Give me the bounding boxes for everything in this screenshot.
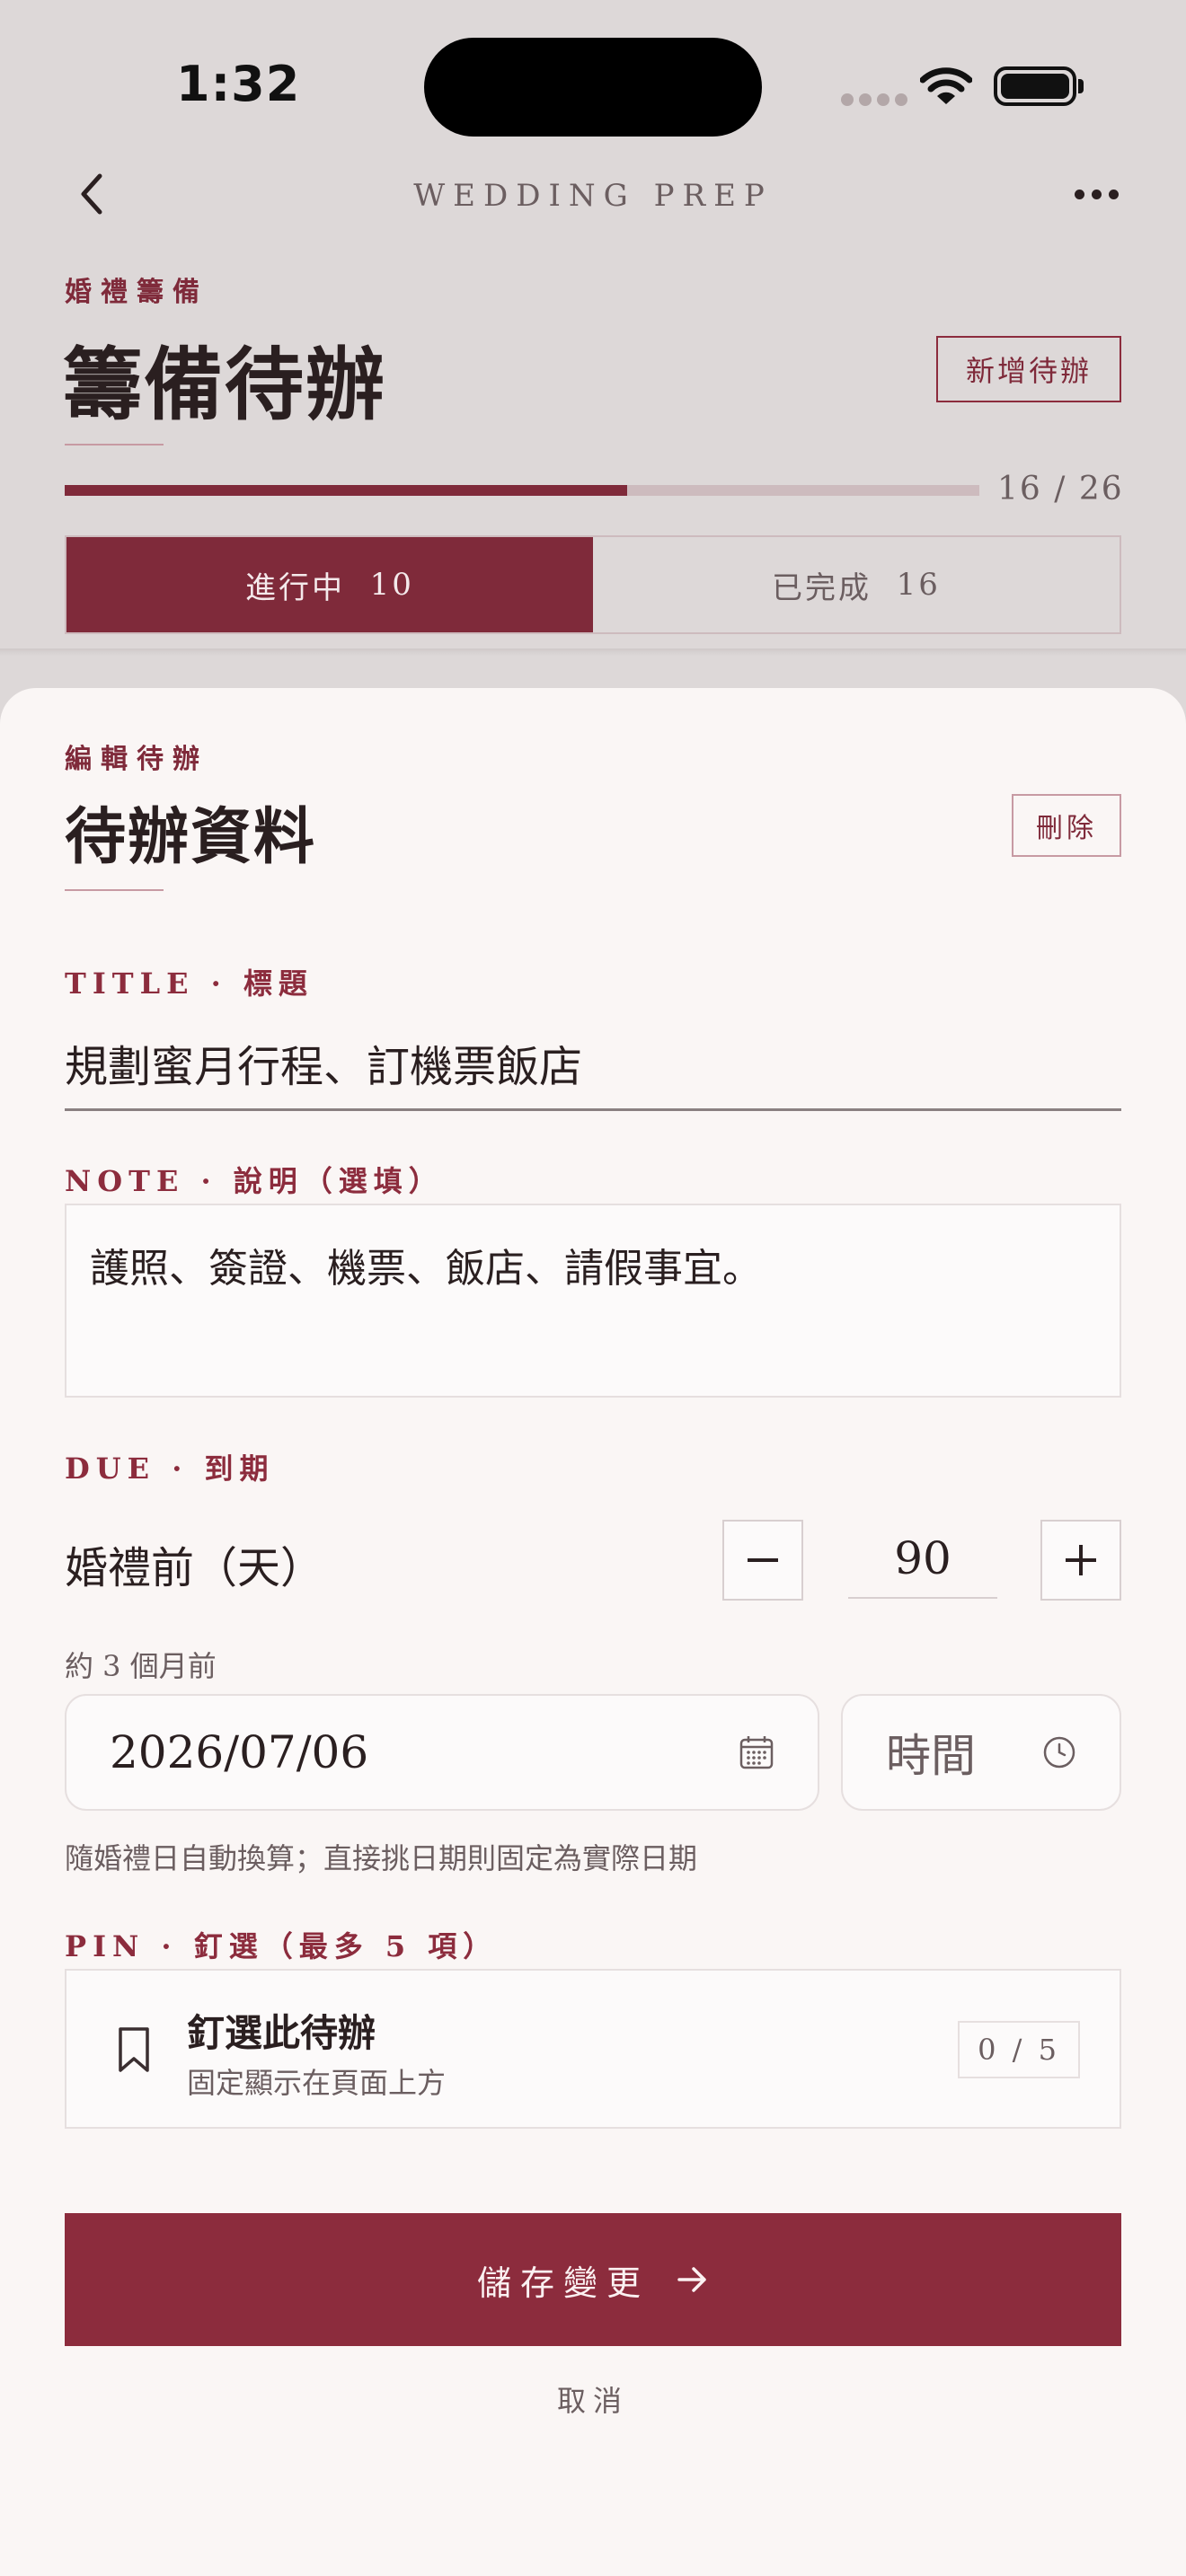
progress-label: 16 / 26 [997,471,1124,507]
dynamic-island [424,38,762,137]
cancel-button[interactable]: 取消 [503,2378,683,2420]
date-value: 2026/07/06 [110,1726,369,1778]
header-eyebrow: 婚禮籌備 [65,277,208,308]
add-todo-button[interactable]: 新增待辦 [936,336,1121,402]
progress-bar [65,485,979,496]
sheet-title: 待辦資料 [65,801,317,873]
pin-toggle-card[interactable]: 釘選此待辦 固定顯示在頁面上方 0 / 5 [65,1969,1121,2129]
tab-count: 16 [896,567,941,603]
wifi-icon [920,67,972,104]
tab-in-progress[interactable]: 進行中 10 [66,537,593,632]
back-button[interactable] [65,167,119,221]
pin-subtitle: 固定顯示在頁面上方 [187,2066,447,2100]
save-button[interactable]: 儲存變更 [65,2213,1121,2346]
pin-field-label: PIN · 釘選（最多 5 項） [65,1929,499,1963]
days-before-label: 婚禮前（天） [65,1543,324,1593]
ellipsis-icon [1074,189,1084,199]
arrow-right-icon [677,2267,706,2292]
tab-label: 進行中 [245,569,346,606]
note-field-label: NOTE · 說明（選填） [65,1164,444,1198]
header-divider [0,648,1186,656]
note-textarea[interactable]: 護照、簽證、機票、飯店、請假事宜。 [65,1204,1121,1398]
sheet-title-rule [65,889,164,891]
time-placeholder: 時間 [886,1730,976,1782]
days-value[interactable]: 90 [848,1518,997,1599]
clock-icon [1043,1736,1075,1769]
nav-title: WEDDING PREP [413,178,773,214]
page-title: 籌備待辦 [63,338,387,431]
title-input[interactable]: 規劃蜜月行程、訂機票飯店 [65,1031,582,1094]
due-hint: 隨婚禮日自動換算；直接挑日期則固定為實際日期 [65,1841,698,1875]
progress-fill [65,485,628,496]
calendar-icon [739,1736,774,1769]
plus-icon [1066,1545,1096,1575]
more-button[interactable] [1060,176,1132,212]
pin-title: 釘選此待辦 [187,2011,376,2055]
title-field-label: TITLE · 標題 [65,966,314,1001]
battery-icon [994,66,1076,106]
status-time: 1:32 [176,56,301,112]
approx-label: 約 3 個月前 [65,1649,217,1683]
time-picker-field[interactable]: 時間 [841,1694,1121,1811]
due-field-label: DUE · 到期 [65,1451,275,1486]
status-segmented-control: 進行中 10 已完成 16 [65,535,1121,634]
tab-label: 已完成 [772,569,872,606]
tab-count: 10 [369,567,414,603]
sheet-eyebrow: 編輯待辦 [65,744,208,775]
minus-icon [748,1558,778,1562]
bookmark-icon [119,2027,149,2072]
delete-button[interactable]: 刪除 [1012,794,1121,857]
title-input-underline [65,1108,1121,1111]
title-rule [65,444,164,446]
chevron-left-icon [81,173,102,215]
decrement-button[interactable] [722,1520,803,1601]
battery-tip [1078,79,1084,93]
increment-button[interactable] [1040,1520,1121,1601]
tab-completed[interactable]: 已完成 16 [593,537,1120,632]
save-label: 儲存變更 [476,2263,650,2303]
date-picker-field[interactable]: 2026/07/06 [65,1694,819,1811]
pin-count-badge: 0 / 5 [958,2021,1080,2078]
cellular-signal-icon [841,93,907,106]
